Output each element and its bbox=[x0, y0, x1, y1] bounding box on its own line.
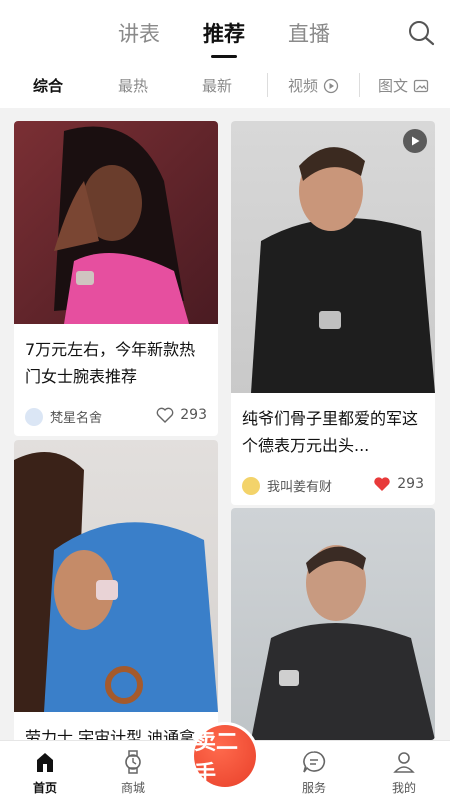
heart-outline-icon bbox=[156, 407, 174, 423]
play-badge-icon bbox=[412, 136, 420, 146]
tab-tuijian-label: 推荐 bbox=[203, 22, 245, 46]
article-meta: 梵星名舍 293 bbox=[14, 402, 218, 436]
nav-mine-label: 我的 bbox=[391, 781, 416, 795]
like-button[interactable]: 293 bbox=[373, 476, 424, 492]
article-card[interactable]: 7万元左右，今年新款热门女士腕表推荐 梵星名舍 293 bbox=[14, 121, 218, 436]
article-author[interactable]: 梵星名舍 bbox=[25, 407, 102, 426]
article-cover-image bbox=[14, 121, 218, 324]
article-card[interactable] bbox=[231, 508, 435, 740]
sell-button-label: 卖二手 bbox=[194, 725, 256, 787]
avatar bbox=[242, 476, 260, 495]
like-button[interactable]: 293 bbox=[156, 407, 207, 423]
play-circle-icon bbox=[323, 78, 339, 93]
filter-shipin-label: 视频 bbox=[288, 77, 319, 95]
article-card[interactable]: 劳力士 宇宙计型 迪通拿 bbox=[14, 440, 218, 740]
tab-tuijian[interactable]: 推荐 bbox=[203, 18, 245, 58]
recommend-feed[interactable]: 7万元左右，今年新款热门女士腕表推荐 梵星名舍 293 纯爷们骨子里都爱的军这个… bbox=[0, 108, 450, 740]
search-icon bbox=[409, 21, 435, 46]
nav-mine[interactable]: 我的 bbox=[374, 749, 434, 796]
divider bbox=[359, 73, 360, 97]
nav-mall[interactable]: 商城 bbox=[103, 749, 163, 796]
article-cover-image bbox=[231, 508, 435, 740]
video-title: 纯爷们骨子里都爱的军这个德表万元出头... bbox=[242, 409, 419, 455]
tab-zhibo[interactable]: 直播 bbox=[288, 18, 330, 48]
filter-zuire-label: 最热 bbox=[118, 77, 149, 95]
nav-service-label: 服务 bbox=[301, 781, 326, 795]
video-cover-image bbox=[231, 121, 435, 393]
filter-zonghe-label: 综合 bbox=[33, 77, 64, 95]
article-cover-image bbox=[14, 440, 218, 712]
video-meta: 我叫姜有财 293 bbox=[231, 471, 435, 505]
active-tab-indicator bbox=[211, 55, 237, 58]
video-author[interactable]: 我叫姜有财 bbox=[242, 476, 332, 495]
filter-tab-bar: 综合 最热 最新 视频 图文 bbox=[0, 64, 450, 108]
play-badge bbox=[403, 129, 427, 153]
like-count: 293 bbox=[397, 476, 424, 492]
image-icon bbox=[413, 79, 429, 92]
search-button[interactable] bbox=[406, 18, 436, 48]
video-card[interactable]: 纯爷们骨子里都爱的军这个德表万元出头... 我叫姜有财 293 bbox=[231, 121, 435, 505]
user-icon bbox=[393, 752, 415, 773]
filter-zuixin[interactable]: 最新 bbox=[202, 75, 232, 96]
divider bbox=[267, 73, 268, 97]
filter-zuixin-label: 最新 bbox=[202, 77, 233, 95]
heart-filled-icon bbox=[374, 477, 390, 491]
filter-zuire[interactable]: 最热 bbox=[118, 75, 148, 96]
avatar bbox=[25, 407, 43, 426]
watch-icon bbox=[125, 750, 141, 774]
nav-service[interactable]: 服务 bbox=[284, 749, 344, 796]
filter-shipin[interactable]: 视频 bbox=[288, 75, 339, 96]
tab-jiangbiao[interactable]: 讲表 bbox=[118, 18, 160, 48]
like-count: 293 bbox=[180, 407, 207, 423]
filter-tuwen[interactable]: 图文 bbox=[378, 75, 429, 96]
author-name: 梵星名舍 bbox=[50, 411, 103, 426]
article-title: 7万元左右，今年新款热门女士腕表推荐 bbox=[25, 340, 196, 386]
sell-secondhand-button[interactable]: 卖二手 bbox=[191, 722, 259, 790]
author-name: 我叫姜有财 bbox=[267, 480, 333, 495]
nav-home[interactable]: 首页 bbox=[15, 749, 75, 796]
chat-icon bbox=[303, 751, 326, 773]
top-tab-bar: 讲表 推荐 直播 bbox=[0, 0, 450, 64]
filter-tuwen-label: 图文 bbox=[378, 77, 409, 95]
nav-mall-label: 商城 bbox=[120, 781, 145, 795]
nav-home-label: 首页 bbox=[32, 781, 57, 795]
article-title: 劳力士 宇宙计型 迪通拿 bbox=[25, 728, 196, 740]
home-icon bbox=[37, 753, 53, 772]
filter-zonghe[interactable]: 综合 bbox=[33, 75, 63, 96]
